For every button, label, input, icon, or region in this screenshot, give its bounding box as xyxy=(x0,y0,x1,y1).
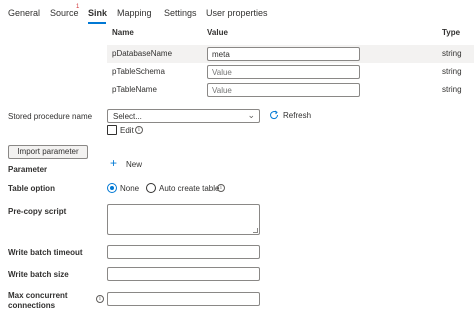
max-concurrent-label: Max concurrent xyxy=(8,291,68,300)
column-header-name: Name xyxy=(112,28,134,37)
column-header-value: Value xyxy=(207,28,228,37)
tab-settings[interactable]: Settings xyxy=(164,8,197,18)
resize-handle-icon[interactable] xyxy=(253,228,258,233)
param-name: pTableSchema xyxy=(112,67,165,76)
param-value-input[interactable] xyxy=(207,83,360,97)
max-concurrent-label-line2: connections xyxy=(8,301,56,310)
stored-procedure-select[interactable]: Select... ⌄ xyxy=(107,109,260,123)
tab-mapping[interactable]: Mapping xyxy=(117,8,152,18)
edit-checkbox[interactable] xyxy=(107,125,117,135)
tab-bar: General Source 1 Sink Mapping Settings U… xyxy=(0,0,474,26)
table-option-label: Table option xyxy=(8,184,55,193)
radio-auto-create-table-label: Auto create table xyxy=(159,184,220,193)
select-value: Select... xyxy=(113,112,142,121)
param-type: string xyxy=(442,67,462,76)
tab-source[interactable]: Source xyxy=(50,8,79,18)
table-row: pDatabaseName string xyxy=(107,45,474,63)
refresh-icon[interactable] xyxy=(269,110,279,120)
write-batch-timeout-label: Write batch timeout xyxy=(8,248,83,257)
plus-icon[interactable]: + xyxy=(110,156,117,170)
pre-copy-script-label: Pre-copy script xyxy=(8,207,67,216)
radio-none[interactable] xyxy=(107,183,117,193)
param-type: string xyxy=(442,85,462,94)
radio-auto-create-table[interactable] xyxy=(146,183,156,193)
column-header-type: Type xyxy=(442,28,461,37)
param-name: pTableName xyxy=(112,85,157,94)
pre-copy-script-textarea[interactable] xyxy=(107,204,260,235)
tab-sink[interactable]: Sink xyxy=(88,8,107,18)
tab-user-properties[interactable]: User properties xyxy=(206,8,268,18)
param-value-input[interactable] xyxy=(207,47,360,61)
max-concurrent-connections-input[interactable] xyxy=(107,292,260,306)
info-icon[interactable]: i xyxy=(96,295,104,303)
edit-label: Edit xyxy=(120,126,134,135)
radio-none-label: None xyxy=(120,184,140,193)
chevron-down-icon: ⌄ xyxy=(247,110,255,120)
import-parameter-button[interactable]: Import parameter xyxy=(8,145,88,159)
param-type: string xyxy=(442,49,462,58)
table-row: pTableSchema string xyxy=(107,63,474,81)
active-tab-indicator xyxy=(88,22,106,24)
write-batch-size-input[interactable] xyxy=(107,267,260,281)
write-batch-timeout-input[interactable] xyxy=(107,245,260,259)
write-batch-size-label: Write batch size xyxy=(8,270,69,279)
info-icon[interactable]: i xyxy=(217,184,225,192)
tab-general[interactable]: General xyxy=(8,8,40,18)
new-parameter-button[interactable]: New xyxy=(126,160,142,169)
stored-procedure-label: Stored procedure name xyxy=(8,112,93,121)
param-name: pDatabaseName xyxy=(112,49,173,58)
table-row: pTableName string xyxy=(107,81,474,99)
param-value-input[interactable] xyxy=(207,65,360,79)
parameter-label: Parameter xyxy=(8,165,48,174)
info-icon[interactable]: i xyxy=(135,126,143,134)
refresh-button[interactable]: Refresh xyxy=(283,111,311,120)
source-error-badge: 1 xyxy=(76,4,80,10)
